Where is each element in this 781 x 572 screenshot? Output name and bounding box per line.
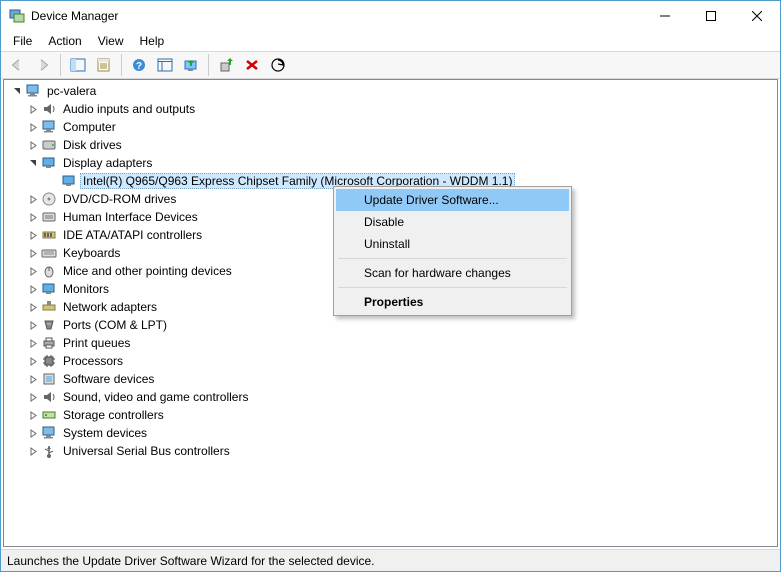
scan-hardware-button[interactable] xyxy=(266,54,290,76)
hid-icon xyxy=(40,209,58,225)
close-button[interactable] xyxy=(734,1,780,31)
enable-button[interactable] xyxy=(214,54,238,76)
ctx-properties[interactable]: Properties xyxy=(336,291,569,313)
display-adapter-icon xyxy=(40,155,58,171)
toolbar: ? xyxy=(1,51,780,79)
show-hide-tree-button[interactable] xyxy=(66,54,90,76)
mouse-icon xyxy=(40,263,58,279)
expand-icon[interactable] xyxy=(26,228,40,242)
computer-icon xyxy=(24,83,42,99)
expand-icon[interactable] xyxy=(26,264,40,278)
help-button[interactable]: ? xyxy=(127,54,151,76)
usb-icon xyxy=(40,443,58,459)
device-manager-window: Device Manager File Action View Help ? xyxy=(0,0,781,572)
tree-item-disk[interactable]: Disk drives xyxy=(4,136,777,154)
keyboard-icon xyxy=(40,245,58,261)
ctx-disable[interactable]: Disable xyxy=(336,211,569,233)
audio-icon xyxy=(40,101,58,117)
tree-item-display[interactable]: Display adapters xyxy=(4,154,777,172)
tree-item-ports[interactable]: Ports (COM & LPT) xyxy=(4,316,777,334)
expand-icon[interactable] xyxy=(26,156,40,170)
window-title: Device Manager xyxy=(31,9,118,23)
system-icon xyxy=(40,425,58,441)
expand-icon[interactable] xyxy=(26,192,40,206)
dvd-icon xyxy=(40,191,58,207)
expand-icon[interactable] xyxy=(26,300,40,314)
expand-icon[interactable] xyxy=(26,336,40,350)
update-driver-button[interactable] xyxy=(179,54,203,76)
expand-icon[interactable] xyxy=(26,138,40,152)
tree-item-usb[interactable]: Universal Serial Bus controllers xyxy=(4,442,777,460)
tree-item-software[interactable]: Software devices xyxy=(4,370,777,388)
menu-action[interactable]: Action xyxy=(40,32,89,50)
uninstall-button[interactable] xyxy=(240,54,264,76)
processor-icon xyxy=(40,353,58,369)
printer-icon xyxy=(40,335,58,351)
software-icon xyxy=(40,371,58,387)
tree-item-processors[interactable]: Processors xyxy=(4,352,777,370)
tree-item-computer[interactable]: Computer xyxy=(4,118,777,136)
expand-icon[interactable] xyxy=(26,390,40,404)
properties-button[interactable] xyxy=(92,54,116,76)
port-icon xyxy=(40,317,58,333)
statusbar: Launches the Update Driver Software Wiza… xyxy=(1,549,780,571)
expand-icon[interactable] xyxy=(26,426,40,440)
expand-icon[interactable] xyxy=(26,120,40,134)
network-icon xyxy=(40,299,58,315)
expand-icon[interactable] xyxy=(26,246,40,260)
tree-item-printq[interactable]: Print queues xyxy=(4,334,777,352)
svg-text:?: ? xyxy=(136,61,142,72)
tree-item-storage[interactable]: Storage controllers xyxy=(4,406,777,424)
ctx-update-driver[interactable]: Update Driver Software... xyxy=(336,189,569,211)
root-label: pc-valera xyxy=(44,84,99,98)
expand-icon[interactable] xyxy=(10,84,24,98)
expand-icon[interactable] xyxy=(26,408,40,422)
expand-icon[interactable] xyxy=(26,444,40,458)
ctx-separator xyxy=(338,258,567,259)
display-adapter-icon xyxy=(60,173,78,189)
expand-icon[interactable] xyxy=(26,102,40,116)
tree-item-sound[interactable]: Sound, video and game controllers xyxy=(4,388,777,406)
context-menu: Update Driver Software... Disable Uninst… xyxy=(333,186,572,316)
menu-view[interactable]: View xyxy=(90,32,132,50)
menu-file[interactable]: File xyxy=(5,32,40,50)
expand-icon[interactable] xyxy=(26,372,40,386)
computer-icon xyxy=(40,119,58,135)
minimize-button[interactable] xyxy=(642,1,688,31)
expand-icon[interactable] xyxy=(26,210,40,224)
expand-icon[interactable] xyxy=(26,354,40,368)
ctx-separator xyxy=(338,287,567,288)
sound-icon xyxy=(40,389,58,405)
maximize-button[interactable] xyxy=(688,1,734,31)
tree-root[interactable]: pc-valera xyxy=(4,82,777,100)
expand-icon[interactable] xyxy=(26,318,40,332)
menu-help[interactable]: Help xyxy=(132,32,173,50)
expand-icon[interactable] xyxy=(26,282,40,296)
forward-button xyxy=(31,54,55,76)
ctx-scan[interactable]: Scan for hardware changes xyxy=(336,262,569,284)
disk-icon xyxy=(40,137,58,153)
back-button xyxy=(5,54,29,76)
storage-icon xyxy=(40,407,58,423)
toolbar-button-5[interactable] xyxy=(153,54,177,76)
tree-item-system[interactable]: System devices xyxy=(4,424,777,442)
ide-icon xyxy=(40,227,58,243)
menubar: File Action View Help xyxy=(1,31,780,51)
monitor-icon xyxy=(40,281,58,297)
ctx-uninstall[interactable]: Uninstall xyxy=(336,233,569,255)
titlebar: Device Manager xyxy=(1,1,780,31)
status-text: Launches the Update Driver Software Wiza… xyxy=(7,554,375,568)
tree-item-audio[interactable]: Audio inputs and outputs xyxy=(4,100,777,118)
app-icon xyxy=(9,8,25,24)
